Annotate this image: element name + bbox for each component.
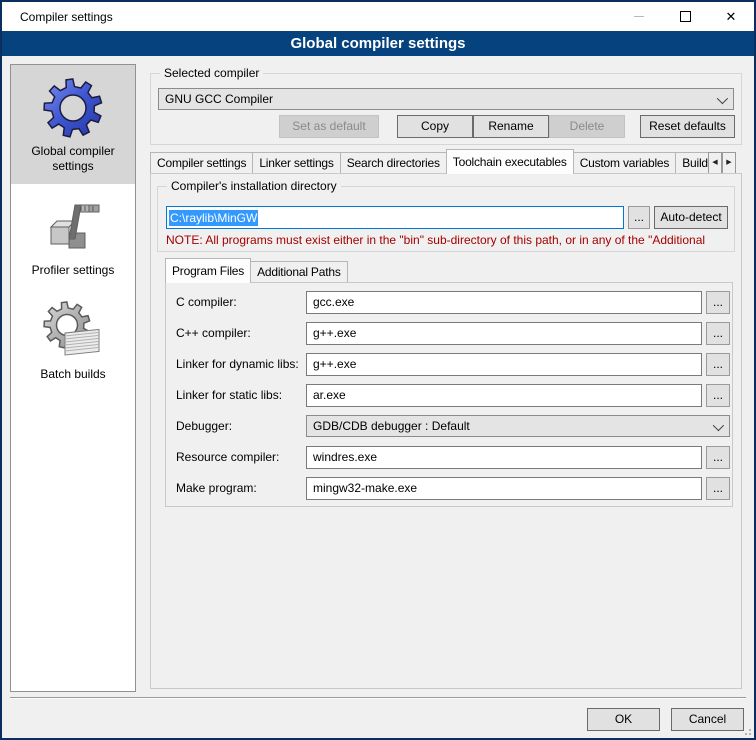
window-title: Compiler settings [2,10,113,24]
c-compiler-browse-button[interactable]: ... [706,291,730,314]
close-icon: ✕ [726,10,737,23]
cpp-compiler-label: C++ compiler: [176,326,251,340]
browse-directory-button[interactable]: ... [628,206,650,229]
program-files-tabs: Program Files Additional Paths [165,257,347,283]
toolchain-executables-page: Compiler's installation directory C:\ray… [150,173,742,689]
installation-directory-group: Compiler's installation directory C:\ray… [157,186,735,252]
resource-compiler-browse-button[interactable]: ... [706,446,730,469]
profiler-caliper-icon [41,195,105,259]
tab-toolchain-executables[interactable]: Toolchain executables [446,149,574,174]
chevron-down-icon [713,420,724,431]
c-compiler-input[interactable]: gcc.exe [306,291,702,314]
c-compiler-label: C compiler: [176,295,237,309]
delete-button[interactable]: Delete [549,115,625,138]
titlebar: Compiler settings ✕ [2,2,754,31]
close-button[interactable]: ✕ [708,2,754,31]
installation-directory-value: C:\raylib\MinGW [169,210,258,226]
reset-defaults-button[interactable]: Reset defaults [640,115,735,138]
cancel-button[interactable]: Cancel [671,708,744,731]
debugger-label: Debugger: [176,419,232,433]
resource-compiler-input[interactable]: windres.exe [306,446,702,469]
dynamic-linker-label: Linker for dynamic libs: [176,357,299,371]
tab-scroll-right-button[interactable]: ▶ [722,152,736,174]
batch-builds-icon [41,299,105,363]
sidebar-item-label: Profiler settings [15,263,131,278]
auto-detect-button[interactable]: Auto-detect [654,206,728,229]
resource-compiler-label: Resource compiler: [176,450,279,464]
arrow-left-icon: ◀ [712,159,717,166]
installation-directory-input[interactable]: C:\raylib\MinGW [166,206,624,229]
c-compiler-row: C compiler: gcc.exe ... [166,291,732,314]
selected-compiler-legend: Selected compiler [160,66,263,80]
selected-compiler-group: Selected compiler GNU GCC Compiler Set a… [150,73,742,145]
tab-custom-variables[interactable]: Custom variables [573,152,677,174]
make-program-browse-button[interactable]: ... [706,477,730,500]
resize-grip[interactable] [743,727,751,735]
sidebar-item-label: Batch builds [15,367,131,382]
installation-directory-legend: Compiler's installation directory [167,179,341,193]
dynamic-linker-input[interactable]: g++.exe [306,353,702,376]
tab-additional-paths[interactable]: Additional Paths [250,261,348,283]
tab-scroll-left-button[interactable]: ◀ [708,152,722,174]
tab-compiler-settings[interactable]: Compiler settings [150,152,253,174]
sidebar-item-profiler-settings[interactable]: Profiler settings [11,184,135,288]
sidebar-item-global-compiler-settings[interactable]: Global compiler settings [11,65,135,184]
maximize-button[interactable] [662,2,708,31]
compiler-settings-dialog: Compiler settings ✕ Global compiler sett… [0,0,756,740]
dialog-content: Global compiler settings [2,56,754,738]
resource-compiler-row: Resource compiler: windres.exe ... [166,446,732,469]
compiler-select[interactable]: GNU GCC Compiler [158,88,734,110]
copy-button[interactable]: Copy [397,115,473,138]
tab-search-directories[interactable]: Search directories [340,152,447,174]
minimize-button[interactable] [616,2,662,31]
rename-button[interactable]: Rename [473,115,549,138]
static-linker-label: Linker for static libs: [176,388,282,402]
page-title: Global compiler settings [2,31,754,56]
window-controls: ✕ [616,2,754,31]
dynamic-linker-row: Linker for dynamic libs: g++.exe ... [166,353,732,376]
static-linker-browse-button[interactable]: ... [706,384,730,407]
sidebar-item-batch-builds[interactable]: Batch builds [11,288,135,392]
tab-build-options[interactable]: Build options [675,152,708,174]
settings-sidebar: Global compiler settings [10,64,136,692]
note-text: NOTE: All programs must exist either in … [166,233,734,247]
set-as-default-button[interactable]: Set as default [279,115,379,138]
cpp-compiler-row: C++ compiler: g++.exe ... [166,322,732,345]
cpp-compiler-input[interactable]: g++.exe [306,322,702,345]
sidebar-item-label: Global compiler settings [15,144,131,174]
chevron-down-icon [717,93,728,104]
dynamic-linker-browse-button[interactable]: ... [706,353,730,376]
maximize-icon [680,11,691,22]
program-files-page: C compiler: gcc.exe ... C++ compiler: g+… [165,282,733,507]
arrow-right-icon: ▶ [726,159,731,166]
debugger-select-value: GDB/CDB debugger : Default [313,419,470,433]
make-program-label: Make program: [176,481,257,495]
minimize-icon [634,16,644,17]
blue-gear-icon [41,76,105,140]
ok-button[interactable]: OK [587,708,660,731]
tab-linker-settings[interactable]: Linker settings [252,152,340,174]
cpp-compiler-browse-button[interactable]: ... [706,322,730,345]
tab-program-files[interactable]: Program Files [165,258,251,283]
make-program-input[interactable]: mingw32-make.exe [306,477,702,500]
static-linker-input[interactable]: ar.exe [306,384,702,407]
make-program-row: Make program: mingw32-make.exe ... [166,477,732,500]
compiler-tabs: Compiler settings Linker settings Search… [150,148,708,174]
debugger-row: Debugger: GDB/CDB debugger : Default [166,415,732,438]
compiler-select-value: GNU GCC Compiler [165,92,273,106]
footer-separator [10,697,746,699]
static-linker-row: Linker for static libs: ar.exe ... [166,384,732,407]
debugger-select[interactable]: GDB/CDB debugger : Default [306,415,730,437]
